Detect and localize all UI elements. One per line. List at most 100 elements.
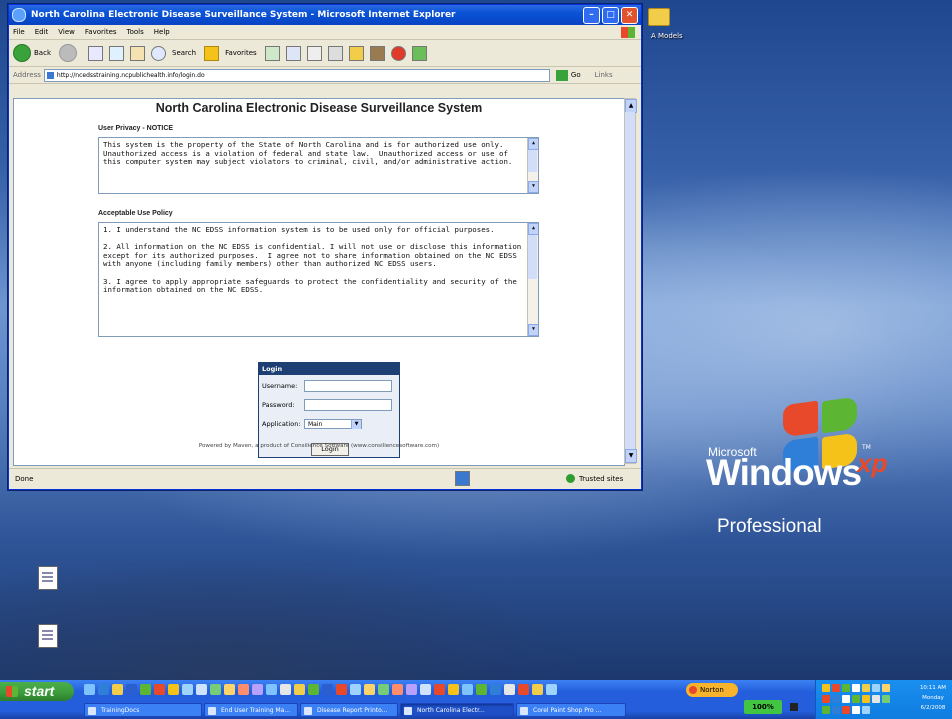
- quicklaunch-app-icon[interactable]: [350, 684, 361, 695]
- quicklaunch-app-icon[interactable]: [322, 684, 333, 695]
- tray-icon[interactable]: [852, 695, 860, 703]
- quicklaunch-app-icon[interactable]: [238, 684, 249, 695]
- tray-icon[interactable]: [842, 695, 850, 703]
- chevron-down-icon[interactable]: ▼: [351, 420, 361, 429]
- research-icon[interactable]: [369, 45, 385, 61]
- quicklaunch-app-icon[interactable]: [490, 684, 501, 695]
- quicklaunch-app-icon[interactable]: [308, 684, 319, 695]
- desktop-icon-document[interactable]: [18, 566, 78, 590]
- scroll-thumb[interactable]: [528, 235, 537, 279]
- quicklaunch-word-icon[interactable]: [126, 684, 137, 695]
- quicklaunch-app-icon[interactable]: [546, 684, 557, 695]
- tray-icon[interactable]: [852, 706, 860, 714]
- task-button-trainingdocs[interactable]: TrainingDocs: [84, 703, 202, 717]
- home-icon[interactable]: [130, 45, 145, 61]
- tray-icon[interactable]: [852, 684, 860, 692]
- quicklaunch-app-icon[interactable]: [434, 684, 445, 695]
- scroll-thumb[interactable]: [528, 150, 537, 172]
- quicklaunch-app-icon[interactable]: [196, 684, 207, 695]
- quicklaunch-app-icon[interactable]: [462, 684, 473, 695]
- menu-edit[interactable]: Edit: [35, 28, 49, 36]
- quicklaunch-app-icon[interactable]: [336, 684, 347, 695]
- clock[interactable]: 10:11 AM Monday 6/2/2008: [916, 683, 950, 713]
- history-icon[interactable]: [264, 45, 280, 61]
- menu-file[interactable]: File: [13, 28, 25, 36]
- start-button[interactable]: start: [0, 682, 74, 701]
- title-bar[interactable]: North Carolina Electronic Disease Survei…: [9, 5, 641, 25]
- scroll-down-icon[interactable]: ▼: [625, 449, 637, 463]
- tray-icon[interactable]: [822, 684, 830, 692]
- application-select[interactable]: Main ▼: [304, 419, 362, 429]
- quicklaunch-app-icon[interactable]: [532, 684, 543, 695]
- quicklaunch-app-icon[interactable]: [518, 684, 529, 695]
- menu-view[interactable]: View: [58, 28, 75, 36]
- scroll-up-icon[interactable]: ▲: [528, 138, 538, 150]
- task-button-training-manual[interactable]: End User Training Ma...: [204, 703, 298, 717]
- minimize-button[interactable]: –: [583, 6, 600, 24]
- favorites-button[interactable]: Favorites: [204, 45, 257, 61]
- tray-icon[interactable]: [872, 695, 880, 703]
- norton-button[interactable]: Norton: [686, 683, 738, 697]
- edit-icon[interactable]: [327, 45, 343, 61]
- folder-icon[interactable]: [348, 45, 364, 61]
- scroll-down-icon[interactable]: ▼: [528, 324, 538, 336]
- tray-icon[interactable]: [832, 684, 840, 692]
- quicklaunch-app-icon[interactable]: [266, 684, 277, 695]
- quicklaunch-app-icon[interactable]: [504, 684, 515, 695]
- menu-help[interactable]: Help: [154, 28, 170, 36]
- search-button[interactable]: Search: [151, 45, 196, 61]
- tray-icon[interactable]: [822, 706, 830, 714]
- page-scrollbar[interactable]: ▲ ▼: [624, 98, 637, 464]
- tray-icon[interactable]: [862, 684, 870, 692]
- tray-icon[interactable]: [862, 695, 870, 703]
- aup-scrollbar[interactable]: ▲ ▼: [527, 223, 538, 336]
- address-input[interactable]: http://ncedsstraining.ncpublichealth.inf…: [43, 68, 550, 82]
- quicklaunch-app-icon[interactable]: [210, 684, 221, 695]
- quicklaunch-folder-icon[interactable]: [112, 684, 123, 695]
- quicklaunch-app-icon[interactable]: [448, 684, 459, 695]
- tray-icon[interactable]: [842, 684, 850, 692]
- tray-icon[interactable]: [832, 695, 840, 703]
- menu-tools[interactable]: Tools: [127, 28, 144, 36]
- tray-icon[interactable]: [872, 684, 880, 692]
- quicklaunch-app-icon[interactable]: [378, 684, 389, 695]
- privacy-scrollbar[interactable]: ▲ ▼: [527, 138, 538, 193]
- tray-icon[interactable]: [882, 695, 890, 703]
- quicklaunch-excel-icon[interactable]: [140, 684, 151, 695]
- stop-icon[interactable]: [88, 45, 103, 61]
- username-input[interactable]: [304, 380, 392, 392]
- quicklaunch-desktop-icon[interactable]: [84, 684, 95, 695]
- task-button-disease-report[interactable]: Disease Report Printo...: [300, 703, 398, 717]
- zoom-level[interactable]: 100%: [744, 700, 782, 714]
- menu-favorites[interactable]: Favorites: [85, 28, 117, 36]
- maximize-button[interactable]: □: [602, 6, 619, 24]
- tray-icon[interactable]: [832, 706, 840, 714]
- aup-textbox[interactable]: 1. I understand the NC EDSS information …: [98, 222, 539, 337]
- close-button[interactable]: ✕: [621, 6, 638, 24]
- quicklaunch-app-icon[interactable]: [294, 684, 305, 695]
- password-input[interactable]: [304, 399, 392, 411]
- tray-icon[interactable]: [822, 695, 830, 703]
- quicklaunch-app-icon[interactable]: [224, 684, 235, 695]
- plug-icon[interactable]: [790, 703, 798, 711]
- refresh-icon[interactable]: [109, 45, 124, 61]
- scroll-down-icon[interactable]: ▼: [528, 181, 538, 193]
- go-button[interactable]: Go: [555, 69, 581, 81]
- back-button[interactable]: Back: [13, 44, 51, 62]
- quicklaunch-app-icon[interactable]: [392, 684, 403, 695]
- quicklaunch-ie-icon[interactable]: [98, 684, 109, 695]
- tray-icon[interactable]: [882, 684, 890, 692]
- folder-icon[interactable]: [648, 8, 670, 26]
- scroll-up-icon[interactable]: ▲: [625, 99, 637, 113]
- quicklaunch-app-icon[interactable]: [364, 684, 375, 695]
- quicklaunch-app-icon[interactable]: [406, 684, 417, 695]
- messenger-icon[interactable]: [411, 45, 427, 61]
- links-button[interactable]: Links: [595, 71, 613, 79]
- tray-icon[interactable]: [842, 706, 850, 714]
- forward-button[interactable]: [59, 44, 80, 62]
- quicklaunch-ppt-icon[interactable]: [154, 684, 165, 695]
- quicklaunch-app-icon[interactable]: [280, 684, 291, 695]
- stop-sign-icon[interactable]: [390, 45, 406, 61]
- print-icon[interactable]: [306, 45, 322, 61]
- quicklaunch-outlook-icon[interactable]: [168, 684, 179, 695]
